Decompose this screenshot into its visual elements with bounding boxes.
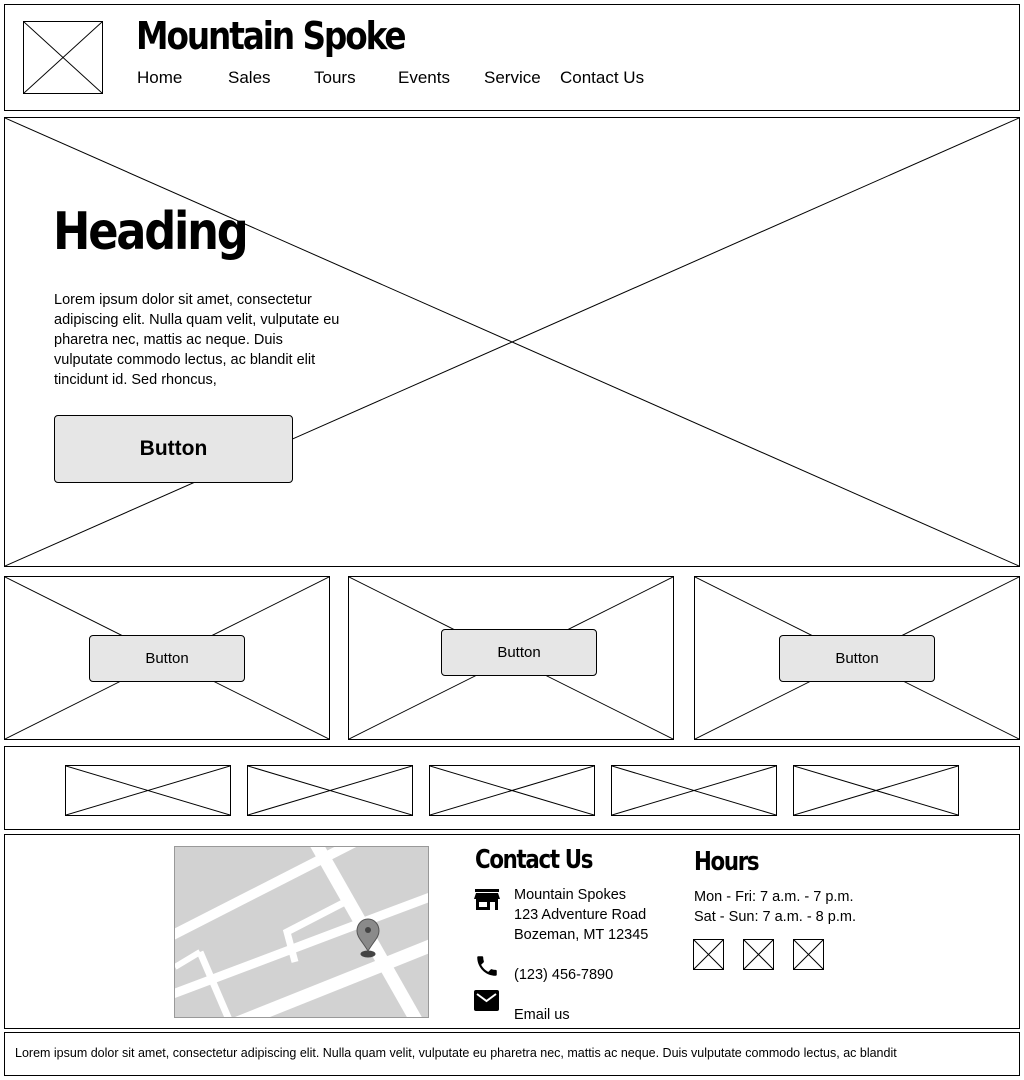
gallery-image-placeholder[interactable] xyxy=(65,765,231,816)
social-icon[interactable] xyxy=(793,939,824,970)
hours-weekdays: Mon - Fri: 7 a.m. - 7 p.m. xyxy=(694,889,854,905)
nav-home[interactable]: Home xyxy=(137,68,182,88)
phone-icon[interactable] xyxy=(474,953,500,979)
store-icon xyxy=(474,889,500,910)
location-map[interactable] xyxy=(174,846,429,1018)
brand-title: Mountain Spoke xyxy=(136,14,407,58)
address-line-2: 123 Adventure Road xyxy=(514,907,647,923)
address-line-3: Bozeman, MT 12345 xyxy=(514,927,649,943)
nav-contact-us[interactable]: Contact Us xyxy=(560,68,644,88)
hero-button[interactable]: Button xyxy=(54,415,293,483)
social-icon[interactable] xyxy=(693,939,724,970)
gallery-image-placeholder[interactable] xyxy=(429,765,595,816)
hours-weekends: Sat - Sun: 7 a.m. - 8 p.m. xyxy=(694,909,856,925)
address-line-1: Mountain Spokes xyxy=(514,887,627,903)
gallery-image-placeholder[interactable] xyxy=(793,765,959,816)
social-icon[interactable] xyxy=(743,939,774,970)
card-button-2[interactable]: Button xyxy=(441,629,597,676)
hero-body-text: Lorem ipsum dolor sit amet, consectetur … xyxy=(54,292,340,388)
logo-placeholder-icon[interactable] xyxy=(23,21,103,94)
email-link[interactable]: Email us xyxy=(514,1005,570,1025)
card-button-1[interactable]: Button xyxy=(89,635,245,682)
phone-number[interactable]: (123) 456-7890 xyxy=(514,965,613,985)
nav-service[interactable]: Service xyxy=(484,68,541,88)
mail-icon[interactable] xyxy=(474,990,499,1011)
footer-text: Lorem ipsum dolor sit amet, consectetur … xyxy=(15,1046,897,1060)
nav-tours[interactable]: Tours xyxy=(314,68,356,88)
nav-sales[interactable]: Sales xyxy=(228,68,271,88)
card-button-3[interactable]: Button xyxy=(779,635,935,682)
gallery-image-placeholder[interactable] xyxy=(247,765,413,816)
gallery-image-placeholder[interactable] xyxy=(611,765,777,816)
hero-heading: Heading xyxy=(53,202,249,262)
nav-events[interactable]: Events xyxy=(398,68,450,88)
hours-title: Hours xyxy=(694,847,760,877)
contact-title: Contact Us xyxy=(475,845,594,875)
map-streets xyxy=(175,847,428,1017)
